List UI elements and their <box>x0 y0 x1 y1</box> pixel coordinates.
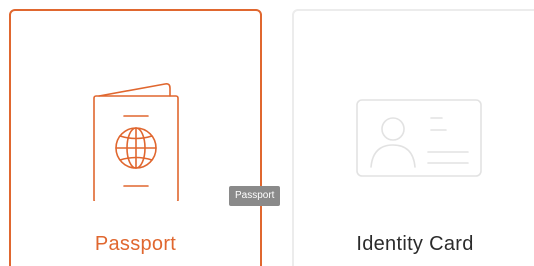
tooltip: Passport <box>229 186 281 206</box>
passport-card[interactable]: Passport <box>9 9 262 266</box>
id-card-icon <box>356 99 482 177</box>
identity-card-label: Identity Card <box>356 233 474 255</box>
passport-icon <box>93 83 179 201</box>
identity-card-card[interactable]: Identity Card <box>292 9 534 266</box>
document-type-selector: Passport Identity Card Passport <box>0 0 534 266</box>
passport-label: Passport <box>94 233 177 255</box>
